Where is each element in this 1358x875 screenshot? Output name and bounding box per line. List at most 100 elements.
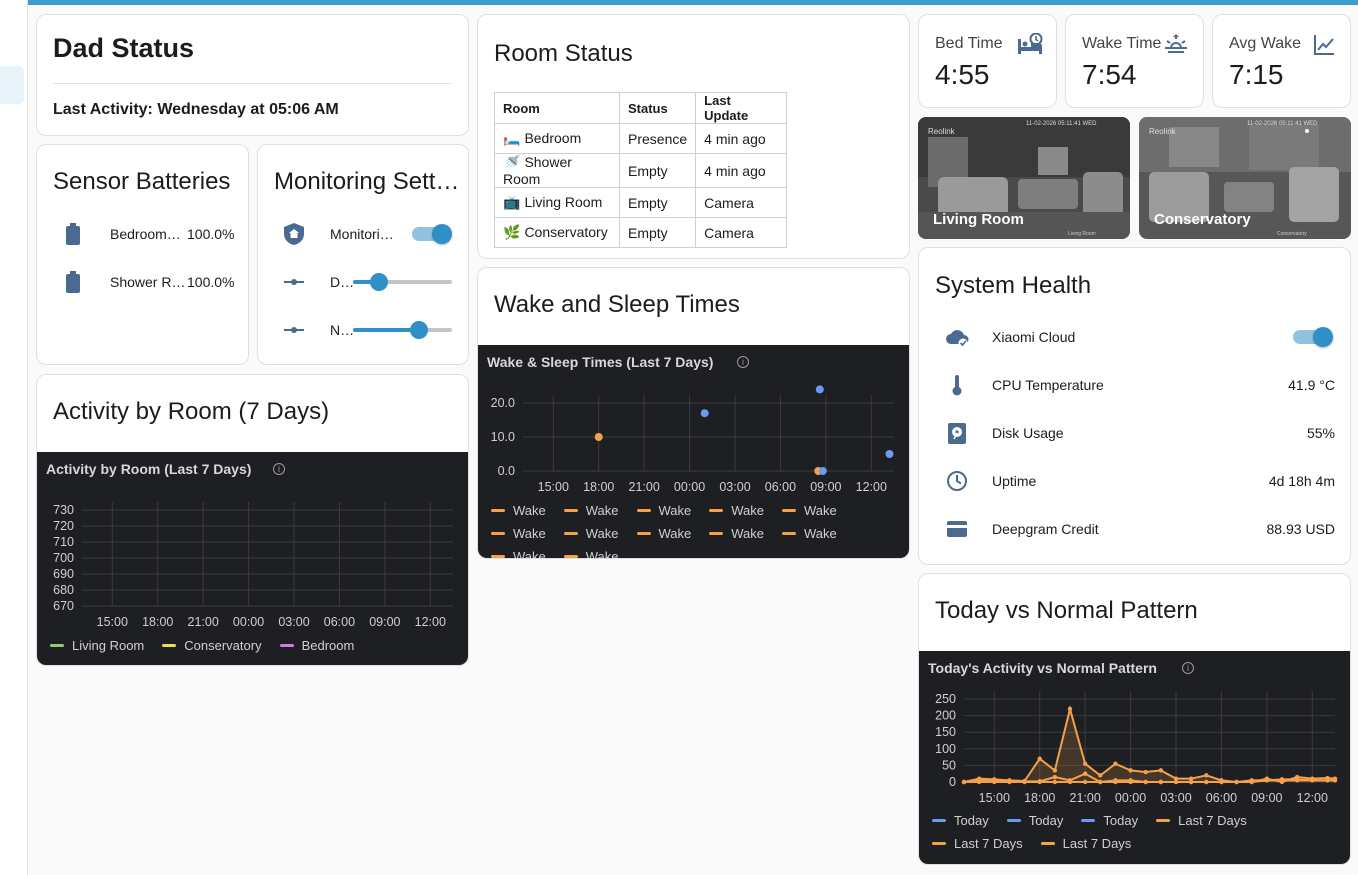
data-point xyxy=(1052,774,1058,780)
x-tick-label: 03:00 xyxy=(1160,791,1191,805)
health-row-xiaomi[interactable]: Xiaomi Cloud xyxy=(945,326,1335,348)
legend-item[interactable]: Wake xyxy=(782,522,837,545)
x-tick-label: 18:00 xyxy=(583,480,614,494)
legend-item[interactable]: Bedroom xyxy=(279,634,354,657)
legend-swatch xyxy=(1006,819,1021,822)
health-row-uptime[interactable]: Uptime 4d 18h 4m xyxy=(945,470,1335,492)
legend-item[interactable]: Wake xyxy=(491,522,546,545)
sidebar xyxy=(0,0,28,875)
cloud-check-icon xyxy=(946,330,969,348)
data-point xyxy=(885,450,894,458)
data-point xyxy=(1158,768,1164,773)
y-tick-label: 690 xyxy=(53,567,74,581)
battery-name: Bedroom… xyxy=(110,226,181,242)
legend-item[interactable]: Last 7 Days xyxy=(1156,809,1247,832)
legend-swatch xyxy=(563,532,578,535)
camera-label: Living Room xyxy=(933,211,1024,228)
xiaomi-cloud-toggle[interactable] xyxy=(1293,327,1333,347)
legend-item[interactable]: Wake xyxy=(563,522,619,545)
legend-swatch xyxy=(782,509,796,512)
data-point xyxy=(992,779,997,785)
legend-item[interactable]: Wake xyxy=(636,522,692,545)
legend-label: Living Room xyxy=(72,638,145,653)
info-icon[interactable]: i xyxy=(1182,662,1194,674)
legend-item[interactable]: Wake xyxy=(563,545,619,559)
wake-time-card[interactable]: Wake Time 7:54 xyxy=(1065,14,1204,108)
pattern-chart-panel: Today's Activity vs Normal Pattern i 15:… xyxy=(919,651,1350,864)
update-cell: Camera xyxy=(695,217,788,248)
data-point xyxy=(1007,779,1012,785)
x-tick-label: 09:00 xyxy=(810,480,841,494)
legend-item[interactable]: Wake xyxy=(709,522,764,545)
chart-line-icon xyxy=(1314,35,1334,55)
legend-item[interactable]: Wake xyxy=(491,545,546,558)
legend-item[interactable]: Wake xyxy=(491,499,546,522)
legend-item[interactable]: Today xyxy=(1006,809,1064,832)
data-point xyxy=(815,385,824,394)
avg-wake-card[interactable]: Avg Wake 7:15 xyxy=(1212,14,1351,108)
n-slider[interactable] xyxy=(353,321,452,339)
pattern-chart: 15:00 18:00 21:00 00:00 03:00 06:00 09:00 12:00… xyxy=(935,691,1338,805)
health-row-disk[interactable]: Disk Usage 55% xyxy=(945,422,1335,444)
legend-label: Wake xyxy=(658,526,692,541)
x-tick-label: 09:00 xyxy=(1251,791,1282,805)
room-status-card: Room Status Room Status Last Update 🛏️ Be… xyxy=(477,14,910,259)
camera-caption: Conservatory xyxy=(1277,231,1307,237)
harddisk-icon xyxy=(948,423,966,444)
legend-swatch xyxy=(709,532,724,535)
info-icon[interactable]: i xyxy=(737,356,749,368)
y-tick-label: 200 xyxy=(935,709,956,723)
health-row-cpu[interactable]: CPU Temperature 41.9 °C xyxy=(945,374,1335,396)
legend-item[interactable]: Today xyxy=(932,809,989,832)
data-point xyxy=(1098,779,1103,785)
slider-row: N… xyxy=(284,319,354,341)
legend-swatch xyxy=(491,555,505,558)
legend-item[interactable]: Wake xyxy=(636,499,691,522)
legend-item[interactable]: Wake xyxy=(709,499,764,522)
monitoring-toggle[interactable] xyxy=(412,224,452,244)
data-point xyxy=(976,779,982,785)
data-point xyxy=(1113,779,1118,785)
slider-icon xyxy=(284,327,304,333)
legend-item[interactable]: Living Room xyxy=(50,634,144,657)
room-emoji: 🚿 xyxy=(503,154,521,170)
y-tick-label: 100 xyxy=(935,742,956,756)
legend-swatch xyxy=(563,509,578,512)
camera-living-room[interactable]: Reolink 11-02-2026 05:11:41 WED Living R… xyxy=(918,117,1130,239)
info-icon[interactable]: i xyxy=(273,463,285,475)
slider-thumb[interactable] xyxy=(410,321,429,339)
dad-status-card: Dad Status Last Activity: Wednesday at 0… xyxy=(36,14,469,136)
legend-item[interactable]: Conservatory xyxy=(162,634,262,657)
stat-title: Bed Time xyxy=(935,35,1003,52)
slider-thumb[interactable] xyxy=(369,273,388,291)
sidebar-selected-item[interactable] xyxy=(0,66,24,104)
d-slider[interactable] xyxy=(353,273,452,291)
legend-item[interactable]: Last 7 Days xyxy=(1040,832,1131,855)
legend-item[interactable]: Wake xyxy=(782,499,837,522)
update-cell: 4 min ago xyxy=(695,153,788,188)
data-point xyxy=(1128,779,1133,785)
data-point xyxy=(1279,778,1285,783)
x-tick-label: 12:00 xyxy=(1297,791,1328,805)
data-point xyxy=(1082,771,1088,776)
legend-item[interactable]: Wake xyxy=(563,499,619,522)
health-row-deepgram[interactable]: Deepgram Credit 88.93 USD xyxy=(945,518,1335,540)
bed-time-card[interactable]: Bed Time 4:55 xyxy=(918,14,1057,108)
x-tick-label: 15:00 xyxy=(979,791,1010,805)
legend-label: Wake xyxy=(585,549,619,559)
legend-label: Today xyxy=(1028,813,1064,828)
dad-status-title: Dad Status xyxy=(53,33,195,63)
last-activity-text: Last Activity: Wednesday at 05:06 AM xyxy=(53,101,339,118)
table-row: 📺 Living Room Empty Camera xyxy=(494,187,788,218)
legend-item[interactable]: Last 7 Days xyxy=(932,832,1023,855)
data-point xyxy=(1128,768,1133,773)
activity-chart-title: Activity by Room (Last 7 Days) xyxy=(46,461,252,477)
x-tick-label: 21:00 xyxy=(188,615,219,629)
battery-row[interactable]: Bedroom… 100.0% xyxy=(65,223,245,245)
health-item-name: Deepgram Credit xyxy=(992,521,1099,537)
col-header: Room xyxy=(494,92,620,124)
battery-row[interactable]: Shower R… 100.0% xyxy=(65,271,245,293)
legend-label: Last 7 Days xyxy=(1178,813,1247,828)
camera-conservatory[interactable]: Reolink 11-02-2026 05:11:41 WED Conserva… xyxy=(1139,117,1351,239)
legend-item[interactable]: Today xyxy=(1081,809,1138,832)
